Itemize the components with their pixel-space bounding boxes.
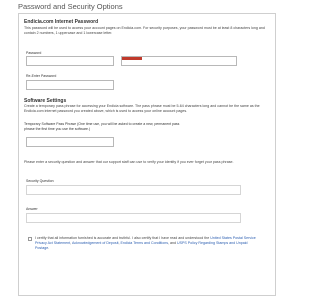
answer-input[interactable]: [26, 213, 241, 223]
security-question-input[interactable]: [26, 185, 241, 195]
temp-pass-phrase-label: Temporary Software Pass Phrase (One time…: [24, 122, 180, 131]
acknowledgement-link[interactable]: Acknowledgement of Deposit: [72, 241, 119, 245]
security-question-label: Security Question: [26, 179, 54, 183]
temp-pass-phrase-input[interactable]: [26, 137, 114, 147]
software-settings-description: Create a temporary pass phrase for acces…: [24, 104, 260, 113]
answer-label: Answer: [26, 207, 38, 211]
certify-text: I certify that all information furnished…: [35, 236, 257, 251]
certify-end: .: [48, 245, 50, 250]
reenter-password-input[interactable]: [26, 80, 114, 90]
password-description: This password will be used to access you…: [24, 26, 265, 35]
reenter-password-label: Re-Enter Password: [26, 74, 57, 78]
page-title: Password and Security Options: [18, 2, 123, 11]
certify-sep: , and: [168, 240, 177, 245]
certify-checkbox[interactable]: [28, 237, 32, 241]
terms-link[interactable]: Endicia Terms and Conditions: [121, 241, 168, 245]
password-section-heading: Endicia.com Internet Password: [24, 19, 99, 25]
password-input[interactable]: [26, 56, 114, 66]
password-strength-bar: [122, 57, 142, 60]
password-label: Password: [26, 51, 42, 55]
certify-text-a: I certify that all information furnished…: [35, 236, 211, 240]
security-description: Please enter a security question and ans…: [24, 160, 234, 164]
